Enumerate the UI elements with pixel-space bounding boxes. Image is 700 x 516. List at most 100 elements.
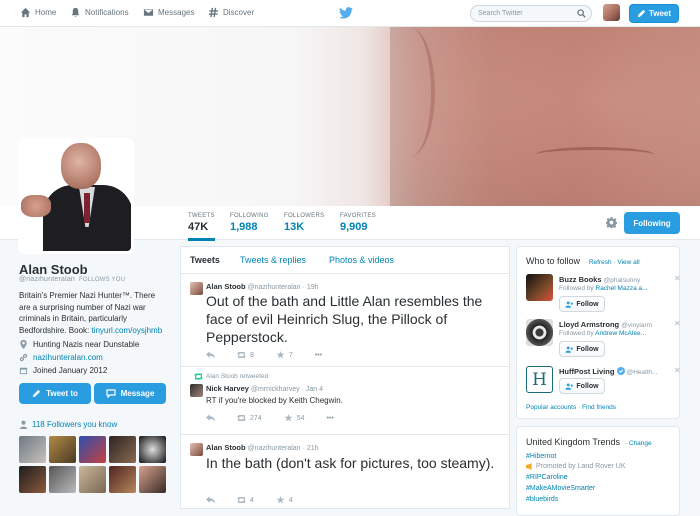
bio-line-1: Britain's Premier Nazi Hunter™. There	[19, 291, 156, 300]
followers-you-know-label: 118 Followers you know	[32, 420, 118, 429]
tweet-item[interactable]: Alan Stoob @nazihunteralan · 21h In the …	[181, 435, 509, 510]
retweet-action[interactable]: 4	[237, 496, 254, 504]
follower-avatar[interactable]	[79, 466, 106, 493]
trend-item[interactable]: #bluebirds	[526, 496, 558, 503]
follow-button[interactable]: Follow	[559, 378, 605, 394]
stat-following[interactable]: FOLLOWING 1,988	[230, 213, 269, 233]
stat-favorites[interactable]: FAVORITES 9,909	[340, 213, 376, 233]
dismiss-icon[interactable]: ✕	[674, 319, 681, 328]
suggestion-name[interactable]: HuffPost Living	[559, 367, 614, 376]
followers-you-know[interactable]: 118 Followers you know	[19, 420, 117, 429]
suggestion-name[interactable]: Buzz Books	[559, 275, 602, 284]
follower-avatar[interactable]	[139, 466, 166, 493]
profile-avatar[interactable]	[18, 138, 134, 254]
tab-tweets-replies[interactable]: Tweets & replies	[240, 255, 306, 265]
retweet-action[interactable]: 274	[237, 414, 262, 422]
tweet-item[interactable]: Alan Stoob @nazihunteralan · 19h Out of …	[181, 274, 509, 367]
gear-icon[interactable]	[606, 217, 617, 228]
favorite-action[interactable]: 7	[276, 351, 293, 359]
suggestion-handle: @phatsunny	[603, 277, 641, 284]
trends-panel: United Kingdom Trends · Change #Hibernot…	[516, 426, 680, 516]
refresh-link[interactable]: Refresh	[589, 259, 612, 266]
tweet-author-handle: @mrnickharvey	[250, 386, 300, 393]
trend-item[interactable]: #RIPCaroline	[526, 474, 568, 481]
more-action[interactable]: •••	[315, 352, 322, 359]
tweet-to-button[interactable]: Tweet to	[19, 383, 91, 404]
follow-button[interactable]: Follow	[559, 296, 605, 312]
followed-by-link[interactable]: Rachel Mazza a...	[596, 285, 648, 292]
popular-accounts-link[interactable]: Popular accounts	[526, 404, 576, 411]
tweet-timestamp[interactable]: Jan 4	[306, 386, 323, 393]
follower-avatar[interactable]	[49, 436, 76, 463]
account-avatar[interactable]	[603, 4, 620, 21]
dismiss-icon[interactable]: ✕	[674, 366, 681, 375]
search-input[interactable]: Search Twitter	[470, 5, 592, 22]
avatar-tie	[84, 193, 90, 223]
follower-avatar[interactable]	[19, 466, 46, 493]
tweet-author-name[interactable]: Alan Stoob	[206, 282, 246, 291]
tweet-author-avatar[interactable]	[190, 443, 203, 456]
tweet-timestamp[interactable]: 21h	[307, 445, 319, 452]
nav-notifications[interactable]: Notifications	[70, 7, 129, 18]
follower-avatar[interactable]	[109, 466, 136, 493]
nav-messages[interactable]: Messages	[143, 7, 194, 18]
tweet-timestamp[interactable]: 19h	[307, 284, 319, 291]
promoted-by-text: Promoted by Land Rover UK	[536, 463, 626, 470]
reply-action[interactable]	[206, 414, 215, 422]
followed-by-link[interactable]: Andrew McAlee...	[595, 330, 646, 337]
retweeted-by-text[interactable]: Alan Stoob retweeted	[206, 373, 268, 380]
tweet-author-avatar[interactable]	[190, 282, 203, 295]
follower-avatar[interactable]	[19, 436, 46, 463]
profile-handle[interactable]: @nazihunteralan FOLLOWS YOU	[19, 276, 125, 283]
change-trends-link[interactable]: Change	[629, 440, 652, 447]
dismiss-icon[interactable]: ✕	[674, 274, 681, 283]
trend-item[interactable]: #MakeAMovieSmarter	[526, 485, 595, 492]
search-icon[interactable]	[577, 9, 586, 18]
suggestion-avatar[interactable]	[526, 319, 553, 346]
reply-action[interactable]	[206, 351, 215, 359]
tweet-author-name[interactable]: Alan Stoob	[206, 443, 246, 452]
follower-avatar[interactable]	[79, 436, 106, 463]
message-button[interactable]: Message	[94, 383, 166, 404]
bio-link[interactable]: tinyurl.com/oysjhmb	[91, 326, 162, 335]
following-button[interactable]: Following	[624, 212, 680, 234]
tweet-author-avatar[interactable]	[190, 384, 203, 397]
follower-avatar[interactable]	[109, 436, 136, 463]
follow-button-label: Follow	[576, 382, 599, 390]
follower-avatar[interactable]	[49, 466, 76, 493]
profile-website-link[interactable]: nazihunteralan.com	[33, 353, 103, 362]
huffpost-logo-avatar[interactable]: H	[526, 366, 553, 393]
favorite-action[interactable]: 4	[276, 496, 293, 504]
view-all-link[interactable]: View all	[617, 259, 639, 266]
stat-favorites-value: 9,909	[340, 221, 368, 233]
compose-tweet-button[interactable]: Tweet	[629, 4, 679, 23]
more-action[interactable]: •••	[326, 415, 333, 422]
favorite-action[interactable]: 54	[284, 414, 305, 422]
stat-tweets[interactable]: TWEETS 47K	[188, 213, 215, 241]
trend-item[interactable]: #Hibernot	[526, 453, 556, 460]
suggestion-name[interactable]: Lloyd Armstrong	[559, 320, 619, 329]
tweet-item[interactable]: Alan Stoob retweeted Nick Harvey @mrnick…	[181, 367, 509, 435]
avatar-head	[61, 143, 101, 189]
tab-tweets[interactable]: Tweets	[190, 255, 220, 265]
nav-home[interactable]: Home	[20, 7, 56, 18]
timeline-tabs: Tweets Tweets & replies Photos & videos	[181, 247, 509, 274]
retweet-count: 8	[250, 351, 254, 359]
profile-website[interactable]: nazihunteralan.com	[19, 353, 103, 362]
retweet-action[interactable]: 8	[237, 351, 254, 359]
reply-action[interactable]	[206, 496, 215, 504]
follower-avatar[interactable]	[139, 436, 166, 463]
retweeted-by-line: Alan Stoob retweeted	[194, 373, 268, 380]
follow-button[interactable]: Follow	[559, 341, 605, 357]
favorite-count: 4	[288, 496, 293, 504]
twitter-bird-icon[interactable]	[339, 7, 353, 19]
tab-photos-videos[interactable]: Photos & videos	[329, 255, 394, 265]
tweet-author-name[interactable]: Nick Harvey	[206, 384, 249, 393]
suggestion-avatar[interactable]	[526, 274, 553, 301]
compose-icon	[637, 9, 646, 18]
favorite-count: 54	[296, 414, 305, 422]
find-friends-link[interactable]: Find friends	[582, 404, 616, 411]
stat-followers[interactable]: FOLLOWERS 13K	[284, 213, 324, 233]
profile-name[interactable]: Alan Stoob	[19, 262, 88, 277]
nav-discover[interactable]: Discover	[208, 7, 254, 18]
